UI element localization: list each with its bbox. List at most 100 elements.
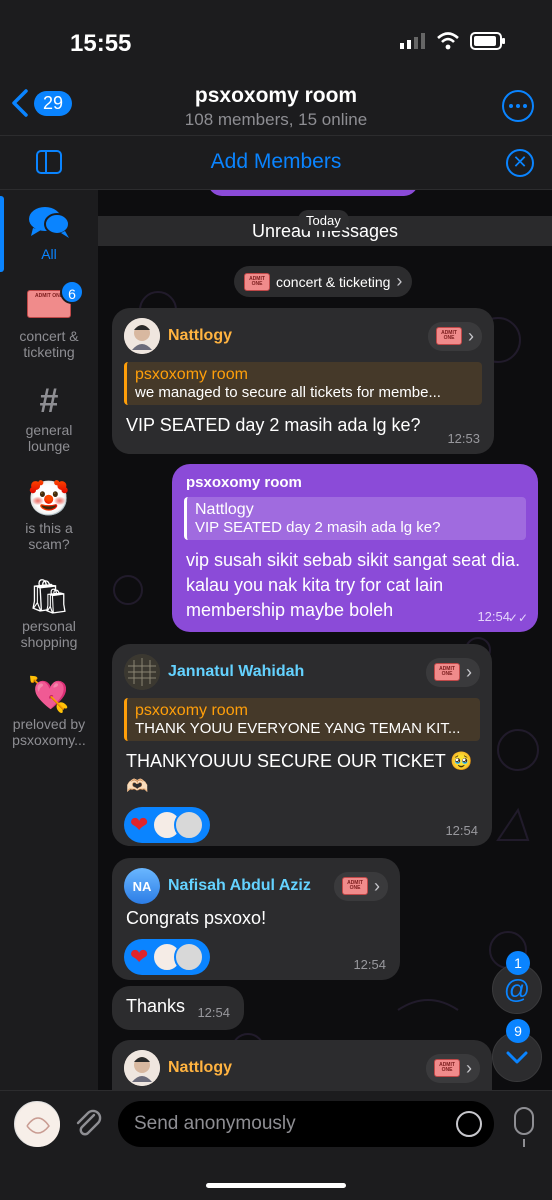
- sidebar-item-concert[interactable]: 6 concert & ticketing: [0, 280, 98, 360]
- scroll-down-button[interactable]: 9: [492, 1019, 542, 1082]
- close-icon[interactable]: ✕: [506, 149, 534, 177]
- chat-bubbles-icon: [0, 204, 98, 246]
- sender-name[interactable]: Nattlogy: [168, 1059, 418, 1077]
- topic-chip[interactable]: ›: [428, 321, 482, 351]
- mentions-badge: 1: [506, 951, 530, 975]
- microphone-icon[interactable]: [514, 1107, 534, 1147]
- sidebar-item-label: concert & ticketing: [19, 328, 79, 360]
- chevron-right-icon: ›: [466, 1057, 472, 1078]
- shopping-bags-icon: 🛍: [27, 578, 71, 616]
- message-bubble[interactable]: Nattlogy › psxoxomy room we managed to s…: [112, 308, 494, 454]
- sidebar-item-preloved[interactable]: 💘 preloved by psxoxomy...: [0, 674, 98, 748]
- chevron-right-icon: ›: [468, 325, 474, 346]
- message-input-placeholder: Send anonymously: [134, 1113, 296, 1134]
- sender-name: psxoxomy room: [186, 474, 302, 491]
- schedule-icon[interactable]: [456, 1111, 482, 1137]
- attach-icon[interactable]: [72, 1105, 102, 1147]
- heart-arrow-icon: 💘: [27, 676, 71, 714]
- reply-text: THANK YOUU EVERYONE YANG TEMAN KIT...: [135, 720, 461, 737]
- signal-icon: [400, 33, 425, 49]
- ticket-icon: [436, 327, 462, 345]
- reactor-avatar: [174, 942, 205, 972]
- ticket-icon: [244, 272, 270, 291]
- reply-quote[interactable]: psxoxomy room THANK YOUU EVERYONE YANG T…: [124, 698, 480, 741]
- chat-area[interactable]: Unread messages Today concert & ticketin…: [98, 190, 552, 1090]
- unread-badge: 6: [60, 280, 84, 304]
- sidebar-item-label: is this a scam?: [25, 520, 73, 552]
- reply-title: psxoxomy room: [135, 366, 248, 383]
- topic-pill-label: concert & ticketing: [276, 273, 391, 290]
- topics-sidebar: All 6 concert & ticketing # general loun…: [0, 190, 98, 1090]
- reply-text: we managed to secure all tickets for mem…: [135, 384, 441, 401]
- topic-chip[interactable]: ›: [426, 657, 480, 687]
- double-check-icon: ✓✓: [507, 611, 528, 625]
- sender-name[interactable]: Nafisah Abdul Aziz: [168, 877, 326, 895]
- reactions[interactable]: ❤: [124, 939, 211, 975]
- topic-chip[interactable]: ›: [334, 871, 388, 901]
- sidebar-item-label: general lounge: [25, 422, 73, 454]
- message-time: 12:54: [445, 823, 478, 838]
- status-icons: [400, 32, 506, 50]
- reply-quote[interactable]: Nattlogy VIP SEATED day 2 masih ada lg k…: [184, 497, 526, 540]
- battery-icon: [470, 32, 505, 50]
- room-title[interactable]: psxoxomy room: [0, 84, 552, 108]
- topic-pill[interactable]: concert & ticketing ›: [234, 266, 413, 297]
- message-bubble[interactable]: NA Nafisah Abdul Aziz › Congrats psxoxo!…: [112, 858, 400, 980]
- message-text: VIP SEATED day 2 masih ada lg ke?: [126, 415, 421, 435]
- chevron-right-icon: ›: [466, 661, 472, 682]
- sender-name[interactable]: Jannatul Wahidah: [168, 663, 418, 681]
- ticket-icon: 6: [0, 280, 98, 328]
- sidebar-item-all[interactable]: All: [0, 204, 98, 262]
- reactor-avatar: [174, 810, 205, 840]
- sidebar-item-scam[interactable]: 🤡 is this a scam?: [0, 478, 98, 552]
- message-time: 12:54: [477, 609, 510, 624]
- reply-quote[interactable]: psxoxomy room we managed to secure all t…: [124, 362, 482, 405]
- message-bubble[interactable]: Nattlogy ›: [112, 1040, 492, 1090]
- message-bubble[interactable]: Thanks 12:54: [112, 986, 244, 1030]
- sender-name[interactable]: Nattlogy: [168, 327, 420, 345]
- sidebar-item-label: preloved by psxoxomy...: [12, 716, 86, 748]
- heart-icon: ❤: [130, 812, 149, 837]
- previous-message-bubble: [208, 190, 418, 196]
- message-time: 12:54: [197, 1005, 230, 1020]
- message-time: 12:54: [353, 957, 386, 972]
- mentions-button[interactable]: 1 @: [492, 951, 542, 1014]
- more-button[interactable]: [502, 90, 534, 122]
- message-time: 12:53: [447, 431, 480, 446]
- add-members-bar: Add Members ✕: [0, 136, 552, 190]
- composer-bar: Send anonymously: [0, 1090, 552, 1200]
- sidebar-item-label: All: [41, 246, 57, 262]
- chevron-down-icon: [506, 1051, 528, 1064]
- sidebar-item-general-lounge[interactable]: # general lounge: [0, 380, 98, 454]
- heart-icon: ❤: [130, 944, 149, 969]
- message-text: Congrats psxoxo!: [126, 908, 267, 928]
- message-input[interactable]: Send anonymously: [118, 1101, 494, 1147]
- message-text: THANKYOUUU SECURE OUR TICKET 🥹🫶🏻: [126, 751, 473, 796]
- message-bubble-outgoing[interactable]: psxoxomy room Nattlogy VIP SEATED day 2 …: [172, 464, 538, 632]
- topic-chip[interactable]: ›: [426, 1053, 480, 1083]
- reactions[interactable]: ❤: [124, 807, 211, 843]
- anonymous-avatar[interactable]: [14, 1101, 60, 1147]
- hash-icon: #: [39, 382, 59, 420]
- status-time: 15:55: [70, 30, 132, 57]
- unread-count-badge: 9: [506, 1019, 530, 1043]
- ticket-icon: [434, 1059, 460, 1077]
- reply-title: Nattlogy: [195, 501, 254, 518]
- chevron-right-icon: ›: [374, 875, 380, 896]
- message-bubble[interactable]: Jannatul Wahidah › psxoxomy room THANK Y…: [112, 644, 492, 846]
- reply-text: VIP SEATED day 2 masih ada lg ke?: [195, 519, 441, 536]
- home-indicator: [206, 1183, 346, 1188]
- chat-header: 29 psxoxomy room 108 members, 15 online: [0, 80, 552, 136]
- avatar[interactable]: [124, 654, 160, 690]
- avatar[interactable]: [124, 1050, 160, 1086]
- wifi-icon: [437, 32, 459, 50]
- avatar[interactable]: NA: [124, 868, 160, 904]
- date-label: Today: [298, 210, 349, 231]
- ticket-icon: [342, 877, 368, 895]
- at-icon: @: [503, 974, 531, 1004]
- room-subtitle: 108 members, 15 online: [184, 110, 368, 129]
- clown-icon: 🤡: [27, 480, 71, 518]
- sidebar-item-personal-shopping[interactable]: 🛍 personal shopping: [0, 576, 98, 650]
- avatar[interactable]: [124, 318, 160, 354]
- add-members-button[interactable]: Add Members: [0, 150, 552, 174]
